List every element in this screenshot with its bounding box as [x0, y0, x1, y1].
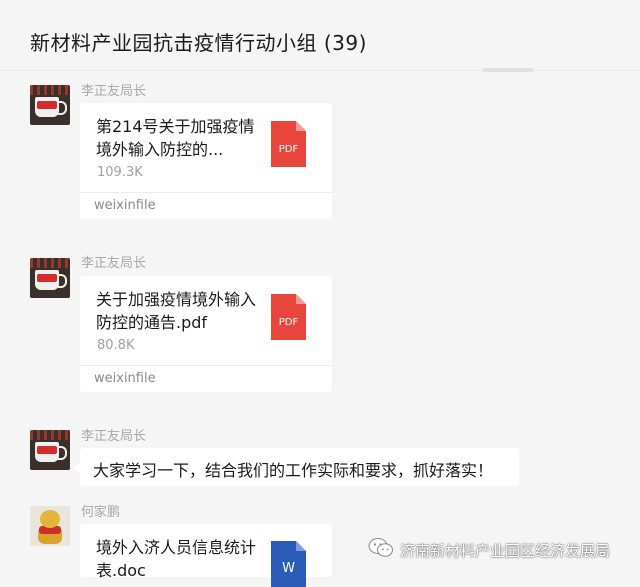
file-name: 第214号关于加强疫情境外输入防控的... — [96, 117, 255, 159]
file-source: weixinfile — [94, 198, 156, 213]
file-source: weixinfile — [94, 371, 156, 386]
chat-title[interactable]: 新材料产业园抗击疫情行动小组 (39) — [30, 27, 367, 56]
svg-text:PDF: PDF — [279, 144, 299, 155]
pdf-file-icon: PDF — [271, 121, 306, 167]
bubble-tail — [74, 462, 80, 474]
pdf-file-icon: PDF — [271, 294, 306, 340]
avatar[interactable] — [30, 506, 70, 546]
word-file-icon: W — [271, 541, 306, 587]
file-size: 109.3K — [97, 165, 143, 180]
svg-text:PDF: PDF — [279, 317, 299, 328]
message-text: 大家学习一下，结合我们的工作实际和要求，抓好落实！ — [93, 461, 494, 480]
file-size: 80.8K — [97, 338, 135, 353]
avatar[interactable] — [30, 258, 70, 298]
watermark: 济南新材料产业园区经济发展局 — [368, 537, 610, 563]
file-name: 境外入济人员信息统计表.doc — [96, 538, 257, 580]
scroll-indicator[interactable] — [483, 68, 533, 72]
sender-name: 何家鹏 — [81, 505, 121, 520]
file-message-card[interactable]: 关于加强疫情境外输入防控的通告.pdf 80.8K PDF weixinfile — [80, 276, 332, 392]
sender-name: 李正友局长 — [81, 256, 147, 271]
file-message-card[interactable]: 境外入济人员信息统计表.doc W — [80, 524, 332, 587]
sender-name: 李正友局长 — [81, 429, 147, 444]
avatar[interactable] — [30, 85, 70, 125]
sender-name: 李正友局长 — [81, 84, 147, 99]
file-message-card[interactable]: 第214号关于加强疫情境外输入防控的... 109.3K PDF weixinf… — [80, 103, 332, 219]
svg-text:W: W — [282, 561, 295, 576]
file-footer: weixinfile — [80, 365, 332, 393]
file-footer: weixinfile — [80, 192, 332, 220]
wechat-icon — [368, 537, 394, 563]
watermark-text: 济南新材料产业园区经济发展局 — [400, 541, 611, 560]
avatar[interactable] — [30, 430, 70, 470]
file-name: 关于加强疫情境外输入防控的通告.pdf — [96, 290, 257, 332]
text-message-bubble[interactable]: 大家学习一下，结合我们的工作实际和要求，抓好落实！ — [74, 448, 519, 486]
chat-header: 新材料产业园抗击疫情行动小组 (39) — [0, 0, 640, 71]
